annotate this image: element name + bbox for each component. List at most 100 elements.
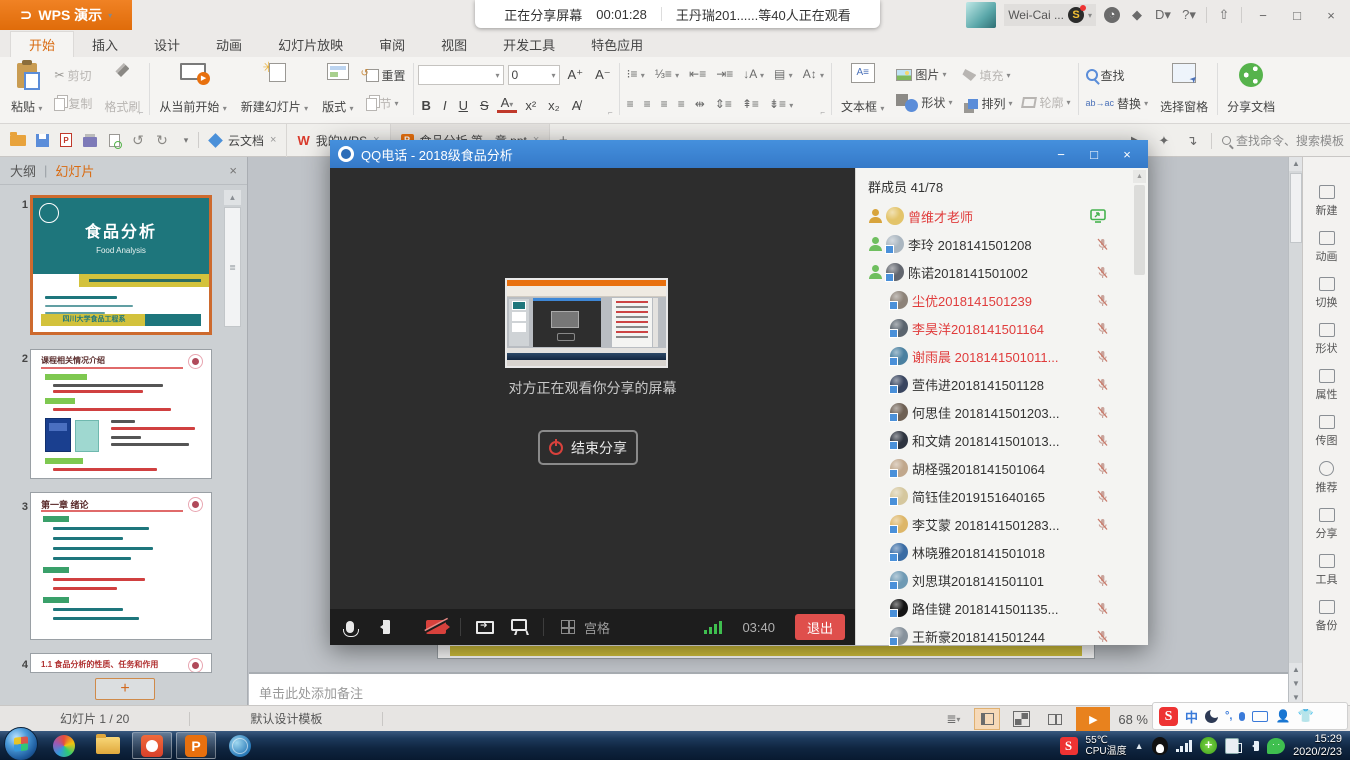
distribute-button[interactable]: ⇹	[692, 97, 708, 111]
text-direction-button[interactable]: ↓A ▾	[740, 67, 767, 81]
member-row[interactable]: 李玲 2018141501208	[856, 230, 1148, 258]
whiteboard-icon[interactable]	[509, 617, 529, 637]
network-signal-icon[interactable]	[1176, 740, 1193, 752]
play-from-current-button[interactable]: 从当前开始 ▾	[154, 61, 231, 117]
notes-menu-icon[interactable]: ≣▾	[940, 708, 966, 730]
member-muted-mic-icon[interactable]	[1095, 265, 1110, 283]
member-muted-mic-icon[interactable]	[1095, 321, 1110, 339]
volume-icon[interactable]	[1247, 741, 1259, 751]
close-button[interactable]: ×	[1318, 5, 1344, 25]
docer-icon[interactable]: D▾	[1154, 6, 1172, 24]
ribbon-tab-8[interactable]: 开发工具	[485, 31, 573, 57]
char-spacing-button[interactable]: A↕ ▾	[800, 67, 827, 81]
close-tab-icon[interactable]: ×	[270, 134, 276, 146]
shape-button[interactable]: 形状 ▾	[893, 93, 955, 113]
paste-button[interactable]: 粘贴 ▾	[6, 61, 47, 117]
soft-keyboard-icon[interactable]	[1252, 711, 1268, 722]
scrollbar-thumb[interactable]	[1290, 173, 1302, 243]
ribbon-tab-2[interactable]: 插入	[74, 31, 136, 57]
font-color-button[interactable]: A▾	[497, 97, 518, 113]
wechat-tray-icon[interactable]	[1267, 738, 1285, 754]
theme-icon[interactable]: ◔	[1104, 7, 1120, 23]
share-doc-button[interactable]: 分享文档	[1222, 61, 1280, 117]
zoom-level[interactable]: 68 %	[1118, 712, 1148, 727]
ime-skin-icon[interactable]: 👕	[1297, 708, 1313, 724]
taskbar-explorer-button[interactable]	[88, 732, 128, 759]
member-muted-mic-icon[interactable]	[1095, 405, 1110, 423]
dialog-launcher-icon[interactable]: ⌐	[608, 108, 613, 117]
side-tool-5[interactable]: 属性	[1316, 369, 1338, 402]
superscript-button[interactable]: x²	[521, 98, 540, 113]
sogou-tray-icon[interactable]: S	[1060, 737, 1078, 755]
side-tool-6[interactable]: 传图	[1316, 415, 1338, 448]
align-right-button[interactable]: ≡	[658, 97, 671, 111]
bullets-button[interactable]: ⁝≡ ▾	[624, 67, 648, 81]
scrollbar-thumb[interactable]: ≣	[224, 207, 241, 327]
normal-view-button[interactable]	[974, 708, 1000, 730]
microphone-icon[interactable]	[340, 617, 360, 637]
strikethrough-button[interactable]: S	[476, 98, 493, 113]
scroll-up-icon[interactable]: ▲	[1133, 170, 1146, 183]
ribbon-tab-1[interactable]: 开始	[10, 31, 74, 57]
slide-thumbnail-3[interactable]: 第一章 绪论	[30, 492, 212, 640]
camera-off-icon[interactable]	[426, 617, 446, 637]
voice-input-icon[interactable]	[1239, 712, 1245, 721]
dialog-launcher-icon[interactable]: ⌐	[820, 108, 825, 117]
font-size-select[interactable]: 0▾	[508, 65, 560, 85]
member-sharing-icon[interactable]	[1090, 209, 1106, 226]
member-row[interactable]: 林晓雅2018141501018	[856, 538, 1148, 566]
member-muted-mic-icon[interactable]	[1095, 433, 1110, 451]
member-row[interactable]: 路佳键 2018141501135...	[856, 594, 1148, 622]
member-muted-mic-icon[interactable]	[1095, 489, 1110, 507]
member-muted-mic-icon[interactable]	[1095, 237, 1110, 255]
account-menu[interactable]: Wei-Cai ... S ▾	[1004, 4, 1096, 26]
para-before-button[interactable]: ⇞≡	[739, 97, 762, 111]
member-row[interactable]: 曾维才老师	[856, 202, 1148, 230]
side-tool-10[interactable]: 备份	[1316, 600, 1338, 633]
member-row[interactable]: 简钰佳2019151640165	[856, 482, 1148, 510]
align-left-button[interactable]: ≡	[624, 97, 637, 111]
side-tool-7[interactable]: 推荐	[1316, 461, 1338, 495]
section-button[interactable]: 节 ▾	[363, 94, 409, 113]
customize-quickbar-button[interactable]: ▾	[174, 128, 198, 152]
arrange-button[interactable]: 排列 ▾	[959, 94, 1015, 113]
ribbon-tab-5[interactable]: 幻灯片放映	[260, 31, 361, 57]
ribbon-tab-3[interactable]: 设计	[136, 31, 198, 57]
clear-format-button[interactable]: A̸	[568, 98, 585, 113]
member-muted-mic-icon[interactable]	[1095, 349, 1110, 367]
qq-close-button[interactable]: ×	[1114, 147, 1140, 162]
forward-icon[interactable]: ↴	[1183, 132, 1201, 150]
add-slide-button[interactable]: +	[95, 678, 155, 700]
cut-button[interactable]: 剪切	[51, 66, 95, 85]
scroll-up-icon[interactable]: ▲	[1289, 157, 1303, 171]
side-tool-2[interactable]: 动画	[1316, 231, 1338, 264]
tray-expand-icon[interactable]: ▲	[1135, 741, 1144, 751]
text-frame-button[interactable]: ▤ ▾	[771, 67, 796, 81]
end-share-button[interactable]: 结束分享	[538, 430, 638, 465]
selection-pane-button[interactable]: 选择窗格	[1155, 61, 1213, 117]
picture-button[interactable]: 图片 ▾	[893, 65, 955, 84]
fill-button[interactable]: 填充 ▾	[959, 66, 1015, 85]
undo-button[interactable]: ↺	[126, 128, 150, 152]
member-muted-mic-icon[interactable]	[1095, 377, 1110, 395]
design-template[interactable]: 默认设计模板	[250, 710, 322, 727]
align-center-button[interactable]: ≡	[641, 97, 654, 111]
notes-pane[interactable]: 单击此处添加备注	[249, 672, 1288, 705]
justify-button[interactable]: ≡	[675, 97, 688, 111]
decrease-font-button[interactable]: A⁻	[591, 67, 615, 83]
side-tool-1[interactable]: 新建	[1316, 185, 1338, 218]
grid-view-icon[interactable]	[558, 617, 578, 637]
member-muted-mic-icon[interactable]	[1095, 517, 1110, 535]
increase-font-button[interactable]: A⁺	[564, 67, 588, 83]
taskbar-browser-button[interactable]	[44, 732, 84, 759]
side-tool-4[interactable]: 形状	[1316, 323, 1338, 356]
export-pdf-button[interactable]: P	[54, 128, 78, 152]
member-muted-mic-icon[interactable]	[1095, 461, 1110, 479]
command-search-input[interactable]: 查找命令、搜索模板	[1222, 132, 1344, 149]
print-preview-button[interactable]	[102, 128, 126, 152]
slideshow-button[interactable]: ▶	[1076, 707, 1110, 731]
scroll-up-icon[interactable]: ▲	[224, 190, 241, 205]
member-row[interactable]: 李艾蒙 2018141501283...	[856, 510, 1148, 538]
premium-diamond-icon[interactable]: ◆	[1128, 6, 1146, 24]
slide-sorter-button[interactable]	[1008, 708, 1034, 730]
